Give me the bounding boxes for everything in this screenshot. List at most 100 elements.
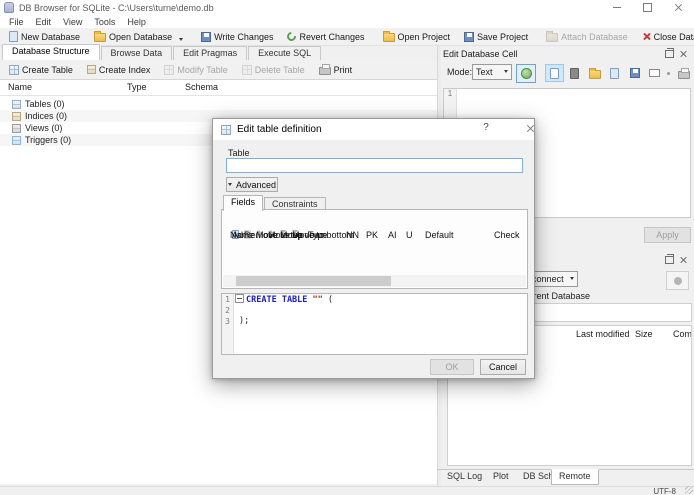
encoding-indicator[interactable]: UTF-8 xyxy=(653,487,676,495)
create-index-icon xyxy=(86,65,96,74)
float-panel-button[interactable] xyxy=(663,47,675,59)
binary-mode-button[interactable] xyxy=(565,64,584,82)
close-icon xyxy=(680,256,687,263)
set-null-button[interactable] xyxy=(662,64,674,82)
create-index-button[interactable]: Create Index xyxy=(80,61,158,79)
remote-action-button[interactable] xyxy=(666,271,689,290)
tab-browse-data[interactable]: Browse Data xyxy=(100,46,173,60)
close-panel-button[interactable] xyxy=(677,48,689,59)
move-to-bottom-button[interactable]: Move to bottom xyxy=(286,211,354,240)
tab-edit-pragmas[interactable]: Edit Pragmas xyxy=(173,46,248,60)
modify-table-button[interactable]: Modify Table xyxy=(157,61,234,79)
delete-table-icon xyxy=(241,64,252,75)
advanced-toggle-button[interactable]: Advanced xyxy=(226,177,278,192)
tab-database-structure[interactable]: Database Structure xyxy=(2,44,100,60)
column-check[interactable]: Check xyxy=(494,230,520,240)
open-database-button[interactable]: Open Database xyxy=(87,28,190,46)
cloud-action-icon xyxy=(673,276,682,285)
save-project-button[interactable]: Save Project xyxy=(457,28,535,46)
move-to-top-button[interactable]: Move to top xyxy=(250,211,303,240)
table-name-input[interactable] xyxy=(226,158,523,173)
column-nn[interactable]: NN xyxy=(346,230,359,240)
column-type[interactable]: Type xyxy=(308,230,328,240)
column-size[interactable]: Size xyxy=(635,329,653,339)
column-default[interactable]: Default xyxy=(425,230,454,240)
delete-table-button[interactable]: Delete Table xyxy=(235,61,312,79)
column-u[interactable]: U xyxy=(406,230,413,240)
chevron-down-icon xyxy=(504,70,508,73)
fold-marker-icon[interactable] xyxy=(235,294,244,303)
sql-preview[interactable]: 1 2 3 CREATE TABLE "" ( ); xyxy=(221,293,528,355)
menu-view[interactable]: View xyxy=(57,17,88,27)
float-icon xyxy=(664,47,674,58)
column-ai[interactable]: AI xyxy=(388,230,397,240)
text-mode-button[interactable] xyxy=(545,64,564,82)
close-window-button[interactable] xyxy=(663,0,694,15)
column-pk[interactable]: PK xyxy=(366,230,378,240)
edit-cell-panel-header: Edit Database Cell xyxy=(443,47,691,60)
column-commit[interactable]: Commit xyxy=(673,329,691,339)
attach-database-button[interactable]: Attach Database xyxy=(539,28,635,46)
title-bar: DB Browser for SQLite - C:\Users\turne\d… xyxy=(0,0,694,15)
ok-button[interactable]: OK xyxy=(430,359,474,375)
tab-plot[interactable]: Plot xyxy=(486,470,516,484)
open-project-icon xyxy=(382,31,395,42)
chevron-down-icon xyxy=(227,183,232,186)
import-file-button[interactable] xyxy=(605,64,624,82)
print-icon xyxy=(318,64,331,75)
apply-button[interactable]: Apply xyxy=(644,227,691,243)
new-database-button[interactable]: New Database xyxy=(2,28,87,46)
binary-mode-icon xyxy=(570,67,579,79)
close-icon xyxy=(675,4,683,12)
open-database-dropdown-icon[interactable] xyxy=(179,38,184,41)
minimize-button[interactable] xyxy=(601,0,632,15)
table-icon xyxy=(12,99,21,109)
menu-edit[interactable]: Edit xyxy=(30,17,58,27)
mode-select[interactable]: Text xyxy=(472,64,512,80)
close-panel-button[interactable] xyxy=(677,254,689,265)
move-up-button[interactable]: Move up xyxy=(262,211,303,240)
open-external-button[interactable] xyxy=(585,64,604,82)
scroll-left-button[interactable] xyxy=(223,275,235,301)
revert-changes-button[interactable]: Revert Changes xyxy=(280,28,371,46)
print-cell-button[interactable] xyxy=(674,64,693,82)
open-database-icon xyxy=(94,31,107,42)
modify-table-icon xyxy=(164,64,175,75)
write-changes-button[interactable]: Write Changes xyxy=(194,28,280,46)
help-button[interactable]: ? xyxy=(478,122,494,137)
close-database-button[interactable]: Close Database xyxy=(635,28,694,46)
tab-sql-log[interactable]: SQL Log xyxy=(440,470,489,484)
column-schema[interactable]: Schema xyxy=(185,82,218,92)
text-mode-icon xyxy=(550,67,559,79)
column-name[interactable]: Name xyxy=(230,230,254,240)
export-file-button[interactable] xyxy=(625,64,644,82)
tab-execute-sql[interactable]: Execute SQL xyxy=(248,46,322,60)
print-button[interactable]: Print xyxy=(312,61,360,79)
tab-remote[interactable]: Remote xyxy=(551,469,599,485)
scrollbar-thumb[interactable] xyxy=(236,276,391,286)
cancel-button[interactable]: Cancel xyxy=(480,359,526,375)
maximize-button[interactable] xyxy=(632,0,663,15)
dialog-title-bar: Edit table definition ? xyxy=(213,119,534,140)
create-table-button[interactable]: Create Table xyxy=(2,61,80,79)
tree-item-tables[interactable]: Tables (0) xyxy=(0,98,437,110)
remove-field-button[interactable]: Remove xyxy=(238,211,278,240)
scroll-right-button[interactable] xyxy=(514,275,526,301)
menu-tools[interactable]: Tools xyxy=(88,17,121,27)
float-panel-button[interactable] xyxy=(663,253,675,265)
sql-gutter: 1 2 3 xyxy=(222,294,234,354)
menu-file[interactable]: File xyxy=(3,17,30,27)
move-down-button[interactable]: Move down xyxy=(274,211,326,240)
add-field-button[interactable]: Add xyxy=(226,211,248,240)
menu-help[interactable]: Help xyxy=(121,17,152,27)
horizontal-scrollbar[interactable] xyxy=(223,275,526,301)
column-type[interactable]: Type xyxy=(127,82,147,92)
resize-grip[interactable] xyxy=(685,486,693,494)
auto-switch-mode-button[interactable] xyxy=(516,64,536,83)
tab-fields[interactable]: Fields xyxy=(223,195,264,211)
column-last-modified[interactable]: Last modified xyxy=(576,329,630,339)
open-external-icon xyxy=(588,67,601,79)
main-toolbar: New Database Open Database Write Changes… xyxy=(0,28,694,46)
column-name[interactable]: Name xyxy=(8,82,32,92)
open-project-button[interactable]: Open Project xyxy=(376,28,458,46)
